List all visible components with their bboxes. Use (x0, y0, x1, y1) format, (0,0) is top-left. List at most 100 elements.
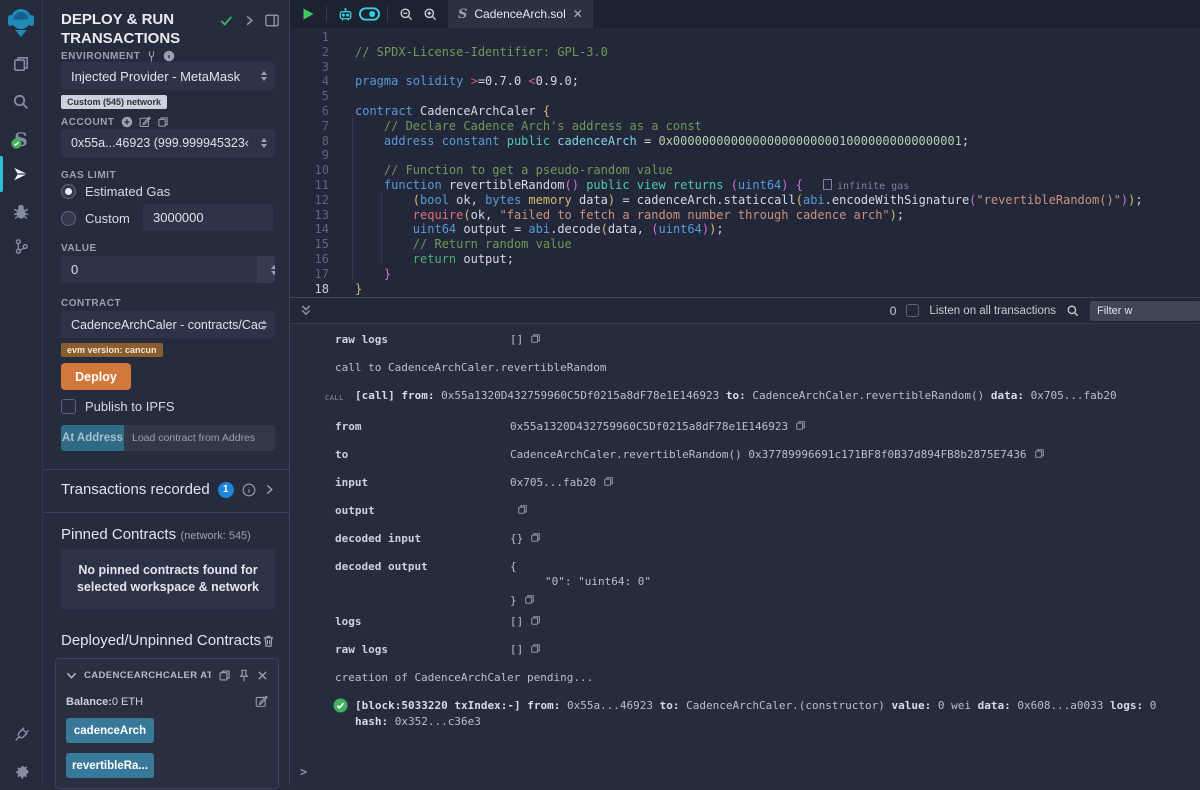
contract-function-button[interactable]: revertibleRa... (66, 753, 154, 778)
value-input[interactable] (61, 256, 257, 283)
run-script-icon[interactable] (296, 0, 320, 28)
account-select[interactable]: 0x55a...46923 (999.999945323‹ (61, 129, 275, 157)
divider (43, 469, 289, 470)
clear-deployed-icon[interactable] (262, 634, 275, 648)
chevron-right-icon[interactable] (244, 15, 255, 26)
deployed-contract-card: CADENCEARCHCALER AT 0X Balance: 0 ETH ca… (55, 658, 279, 789)
copy-icon[interactable] (1034, 448, 1045, 459)
git-graph-icon[interactable] (0, 228, 42, 264)
transactions-info-icon[interactable] (242, 483, 256, 497)
code-token: // Function to get a pseudo-random value (355, 163, 673, 177)
custom-gas-radio[interactable] (61, 211, 76, 226)
call-summary-text: [call] from: 0x55a1320D432759960C5Df0215… (355, 388, 1117, 406)
contract-function-button[interactable]: cadenceArch (66, 718, 154, 743)
terminal-prompt[interactable]: > (300, 765, 307, 779)
copy-icon[interactable] (524, 594, 535, 608)
terminal-filter-input[interactable] (1090, 301, 1200, 321)
copy-icon[interactable] (603, 476, 614, 487)
code-token: ; (716, 222, 723, 236)
deploy-run-icon[interactable] (0, 156, 42, 192)
terminal-call-summary[interactable]: call[call] from: 0x55a1320D432759960C5Df… (325, 388, 1190, 406)
terminal-search-icon[interactable] (1066, 304, 1080, 318)
tab-cadencearch-sol[interactable]: S CadenceArch.sol ✕ (448, 0, 593, 28)
remove-contract-icon[interactable] (257, 670, 268, 681)
code-line-content (345, 30, 355, 45)
kv-label: logs (335, 614, 510, 629)
kv-label: decoded input (335, 531, 510, 546)
code-line-content: // Declare Cadence Arch's address as a c… (345, 119, 702, 134)
deploy-button[interactable]: Deploy (61, 363, 131, 390)
log-segment: CadenceArchCaler.(constructor) (680, 699, 892, 712)
code-line-content: // Function to get a pseudo-random value (345, 163, 673, 178)
copy-icon[interactable] (530, 615, 541, 626)
terminal-output: raw logs[] call to CadenceArchCaler.rever… (290, 324, 1200, 761)
kv-value: 0x705...fab20 (510, 475, 614, 490)
collapse-terminal-icon[interactable] (300, 304, 312, 317)
ai-assistant-icon[interactable] (333, 0, 357, 28)
toolbar-separator (326, 6, 327, 22)
terminal-text-line: call to CadenceArchCaler.revertibleRando… (335, 360, 1190, 375)
expand-transactions-icon[interactable] (264, 484, 275, 495)
copy-account-icon[interactable] (157, 116, 169, 128)
code-token: // Declare Cadence Arch's address as a c… (355, 119, 702, 133)
contract-select[interactable]: CadenceArchCaler - contracts/Cac (61, 311, 275, 338)
ai-toggle-icon[interactable] (357, 0, 381, 28)
code-token: ) (890, 208, 897, 222)
terminal-kv-row: decoded output{"0": "uint64: 0"} (335, 559, 1190, 608)
log-segment: to: (660, 699, 680, 712)
line-number: 17 (290, 267, 345, 282)
plugin-manager-icon[interactable] (0, 716, 42, 752)
code-token: ( (463, 208, 470, 222)
kv-value-text: [] (510, 642, 523, 657)
solidity-compiler-icon[interactable]: S (0, 122, 42, 158)
copy-icon[interactable] (530, 643, 541, 654)
code-token: ok, (449, 193, 485, 207)
search-icon[interactable] (0, 84, 42, 120)
pin-contract-icon[interactable] (238, 669, 250, 682)
remix-logo[interactable] (6, 6, 36, 38)
environment-info-icon[interactable] (163, 50, 175, 62)
code-line: 12 (bool ok, bytes memory data) = cadenc… (290, 193, 1200, 208)
zoom-in-icon[interactable] (418, 0, 442, 28)
panel-title: DEPLOY & RUN TRANSACTIONS (61, 10, 221, 48)
line-number: 1 (290, 30, 345, 45)
edit-balance-icon[interactable] (255, 695, 268, 708)
value-unit-select[interactable]: Wei (257, 256, 275, 283)
copy-icon[interactable] (530, 532, 541, 543)
zoom-out-icon[interactable] (394, 0, 418, 28)
at-address-button[interactable]: At Address (61, 425, 124, 451)
code-area[interactable]: 12// SPDX-License-Identifier: GPL-3.034p… (290, 28, 1200, 297)
add-account-icon[interactable] (121, 116, 133, 128)
balance-value: 0 ETH (112, 696, 143, 708)
code-token: // SPDX-License-Identifier: GPL-3.0 (355, 45, 608, 59)
code-token: ; (1135, 193, 1142, 207)
listen-transactions-label: Listen on all transactions (929, 305, 1056, 317)
estimated-gas-radio[interactable] (61, 184, 76, 199)
code-editor[interactable]: S CadenceArch.sol ✕ 12// SPDX-License-Id… (290, 0, 1200, 297)
kv-label: raw logs (335, 642, 510, 657)
copy-contract-address-icon[interactable] (218, 669, 231, 682)
pin-panel-icon[interactable] (265, 14, 279, 27)
copy-icon[interactable] (517, 504, 528, 515)
publish-ipfs-checkbox[interactable] (61, 399, 76, 414)
environment-select[interactable]: Injected Provider - MetaMask (61, 62, 275, 90)
select-arrows-icon (261, 138, 267, 148)
at-address-input[interactable] (124, 425, 275, 451)
copy-icon[interactable] (530, 333, 541, 344)
copy-icon[interactable] (795, 420, 806, 431)
line-number: 7 (290, 119, 345, 134)
contract-card-header: CADENCEARCHCALER AT 0X (66, 669, 268, 682)
remix-logo-icon (6, 6, 36, 38)
terminal-success-line[interactable]: [block:5033220 txIndex:-] from: 0x55a...… (333, 698, 1190, 730)
environment-label: ENVIRONMENT (61, 50, 275, 62)
custom-gas-input[interactable] (143, 204, 273, 231)
close-tab-icon[interactable]: ✕ (573, 8, 583, 20)
kv-value: {} (510, 531, 541, 546)
file-explorer-icon[interactable] (0, 46, 42, 82)
sign-message-icon[interactable] (139, 116, 151, 128)
listen-transactions-checkbox[interactable] (906, 304, 919, 317)
tab-label: CadenceArch.sol (474, 7, 565, 21)
debugger-icon[interactable] (0, 194, 42, 230)
collapse-contract-icon[interactable] (66, 670, 77, 681)
fork-environment-icon[interactable] (146, 51, 157, 62)
